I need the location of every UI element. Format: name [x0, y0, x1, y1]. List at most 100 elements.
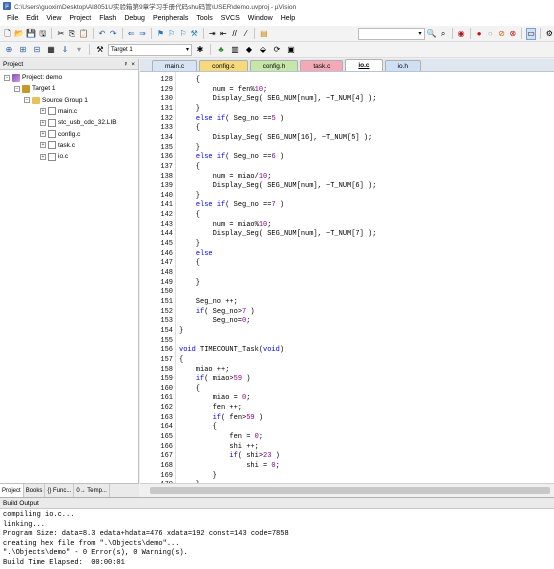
code-line[interactable]: {	[179, 355, 183, 365]
redo-icon[interactable]: ↷	[109, 28, 118, 40]
expand-icon[interactable]: +	[40, 142, 46, 149]
kill-breakpoints-icon[interactable]: ⊘	[497, 28, 506, 40]
code-line[interactable]: Display_Seg( SEG_NUM[16], ~T_NUM[5] );	[179, 133, 373, 143]
menu-flash[interactable]: Flash	[95, 12, 120, 26]
code-line[interactable]: }	[179, 143, 200, 153]
rebuild-icon[interactable]: ⊟	[31, 44, 43, 56]
build-icon[interactable]: ⊞	[17, 44, 29, 56]
tree-item-root[interactable]: − Project: demo	[4, 72, 62, 83]
target-select[interactable]: Target 1 ▾	[108, 43, 192, 56]
editor-tab-io-c[interactable]: io.c	[345, 59, 383, 71]
stop-build-icon[interactable]: ▾	[73, 44, 85, 56]
new-file-icon[interactable]: 🗋	[3, 28, 12, 40]
save-all-icon[interactable]: 🖫	[38, 28, 47, 40]
code-line[interactable]: if( fen>59 )	[179, 413, 263, 423]
editor-tab-io-h[interactable]: io.h	[384, 60, 422, 71]
file-extensions-icon[interactable]: ▥	[229, 44, 241, 56]
cut-icon[interactable]: ✂	[56, 28, 65, 40]
code-line[interactable]: Seg_no=0;	[179, 316, 251, 326]
code-line[interactable]: else	[179, 249, 213, 259]
expand-icon[interactable]: +	[40, 108, 46, 115]
tree-item-target[interactable]: − Target 1	[14, 83, 56, 94]
prev-bookmark-icon[interactable]: ⚐	[167, 28, 176, 40]
clear-breakpoints-icon[interactable]: ⊗	[508, 28, 517, 40]
pin-icon[interactable]: ᵖ	[125, 61, 127, 68]
copy-icon[interactable]: ⎘	[67, 28, 76, 40]
close-icon[interactable]: ×	[131, 61, 135, 68]
menu-edit[interactable]: Edit	[22, 12, 42, 26]
tree-item-file[interactable]: + config.c	[40, 129, 80, 140]
paste-icon[interactable]: 📋	[79, 28, 89, 40]
uncomment-icon[interactable]: ⁄	[241, 28, 250, 40]
disable-breakpoint-icon[interactable]: ○	[486, 28, 495, 40]
editor-tab-main-c[interactable]: main.c	[152, 60, 198, 71]
translate-icon[interactable]: ⊕	[3, 44, 15, 56]
collapse-icon[interactable]: −	[4, 74, 10, 81]
find-icon[interactable]: 🔍	[427, 28, 437, 40]
code-line[interactable]: }	[179, 239, 200, 249]
code-editor[interactable]: 128 129 130 131 132 133 134 135 136 137 138 139 140 1…	[140, 72, 554, 497]
tree-item-file[interactable]: + task.c	[40, 140, 75, 151]
code-line[interactable]: fen = 0;	[179, 432, 263, 442]
project-tab-0[interactable]: Project	[0, 484, 24, 497]
code-line[interactable]: {	[179, 258, 200, 268]
find-files-icon[interactable]: ▤	[259, 28, 268, 40]
editor-tab-task-c[interactable]: task.c	[300, 60, 344, 71]
code-line[interactable]: if( shi>23 )	[179, 451, 279, 461]
project-tab-2[interactable]: {} Func...	[45, 484, 75, 497]
debug-session-icon[interactable]: ◉	[457, 28, 466, 40]
unindent-icon[interactable]: ⇤	[219, 28, 228, 40]
tree-item-file[interactable]: + main.c	[40, 106, 77, 117]
project-tab-3[interactable]: 0→ Temp...	[74, 484, 110, 497]
code-line[interactable]: if( miao>59 )	[179, 374, 251, 384]
menu-file[interactable]: File	[3, 12, 22, 26]
download-icon[interactable]: ⇓	[59, 44, 71, 56]
collapse-icon[interactable]: −	[24, 97, 30, 104]
code-line[interactable]: if( Seg_no>7 )	[179, 307, 255, 317]
menu-help[interactable]: Help	[277, 12, 299, 26]
code-line[interactable]: else if( Seg_no ==7 )	[179, 200, 284, 210]
code-line[interactable]: }	[179, 471, 217, 481]
nav-forward-icon[interactable]: ⇒	[138, 28, 147, 40]
code-line[interactable]: shi = 0;	[179, 461, 280, 471]
code-line[interactable]: {	[179, 162, 200, 172]
expand-icon[interactable]: +	[40, 153, 46, 160]
find-combo[interactable]: ▾	[358, 27, 425, 40]
window-layout-icon[interactable]: ▭	[526, 27, 536, 40]
clear-bookmarks-icon[interactable]: ⚒	[190, 28, 199, 40]
code-line[interactable]: }	[179, 104, 200, 114]
menu-project[interactable]: Project	[65, 12, 95, 26]
code-line[interactable]: Display_Seg( SEG_NUM[num], ~T_NUM[4] );	[179, 94, 377, 104]
code-line[interactable]: shi ++;	[179, 442, 258, 452]
tree-item-folder[interactable]: − Source Group 1	[24, 95, 88, 106]
code-line[interactable]: }	[179, 326, 183, 336]
expand-icon[interactable]: +	[40, 131, 46, 137]
configure-icon[interactable]: ⚙	[545, 28, 554, 40]
target-options-icon[interactable]: ⚒	[94, 44, 106, 56]
batch-build-icon[interactable]: ▦	[45, 44, 57, 56]
code-line[interactable]: num = fen%10;	[179, 85, 268, 95]
collapse-icon[interactable]: −	[14, 85, 20, 92]
manage-components-icon[interactable]: ♣	[215, 44, 227, 56]
code-line[interactable]: }	[179, 278, 200, 288]
tree-item-file[interactable]: + io.c	[40, 151, 68, 162]
menu-peripherals[interactable]: Peripherals	[149, 12, 192, 26]
undo-icon[interactable]: ↶	[97, 28, 106, 40]
code-line[interactable]: {	[179, 75, 200, 85]
expand-icon[interactable]: +	[40, 119, 46, 126]
code-line[interactable]: miao ++;	[179, 365, 230, 375]
project-tab-1[interactable]: Books	[24, 484, 46, 497]
manage-project-icon[interactable]: ▣	[285, 44, 297, 56]
bookmark-icon[interactable]: ⚑	[156, 28, 165, 40]
editor-tab-config-h[interactable]: config.h	[249, 60, 299, 71]
next-bookmark-icon[interactable]: ⚐	[178, 28, 187, 40]
code-line[interactable]: {	[179, 123, 200, 133]
options-for-target-icon[interactable]: ✱	[194, 44, 206, 56]
open-file-icon[interactable]: 📂	[14, 28, 24, 40]
indent-icon[interactable]: ⇥	[208, 28, 217, 40]
code-line[interactable]: Display_Seg( SEG_NUM[num], ~T_NUM[6] );	[179, 181, 377, 191]
menu-svcs[interactable]: SVCS	[217, 12, 244, 26]
code-line[interactable]: num = miao/10;	[179, 172, 272, 182]
comment-icon[interactable]: //	[230, 28, 239, 40]
code-line[interactable]: fen ++;	[179, 403, 242, 413]
